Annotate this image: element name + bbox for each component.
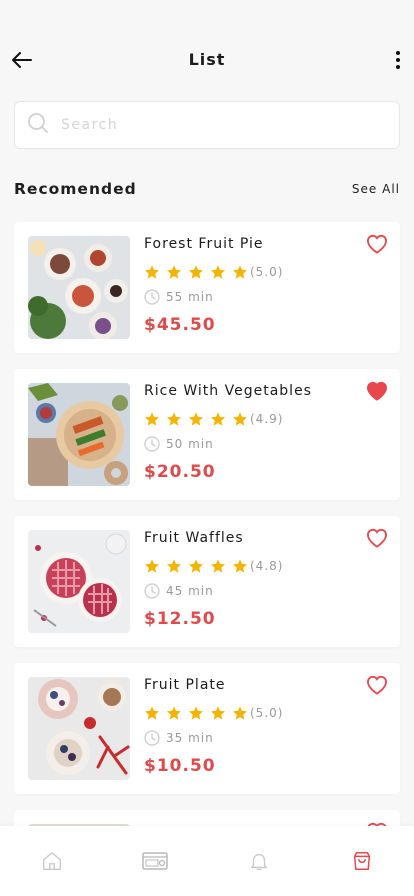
- item-price: $12.50: [144, 609, 216, 629]
- clock-icon: [144, 289, 160, 305]
- item-price: $45.50: [144, 315, 216, 335]
- food-image: [28, 236, 130, 339]
- star-icon: [211, 412, 225, 426]
- prep-time: 55 min: [144, 289, 214, 305]
- bell-icon: [250, 853, 267, 870]
- wallet-icon: [142, 852, 168, 870]
- clock-icon: [144, 730, 160, 746]
- time-value: 50 min: [166, 437, 214, 451]
- item-name: Forest Fruit Pie: [144, 236, 264, 252]
- star-icon: [233, 559, 247, 573]
- star-icon: [189, 265, 203, 279]
- item-price: $10.50: [144, 756, 216, 776]
- star-icon: [211, 559, 225, 573]
- star-icon: [233, 412, 247, 426]
- list-item[interactable]: Fruit Plate (5.0) 35 min $10.50: [14, 663, 400, 794]
- rating-value: (5.0): [250, 706, 284, 720]
- star-icon: [189, 412, 203, 426]
- see-all-link[interactable]: See All: [352, 182, 400, 196]
- section-header: Recomended See All: [14, 180, 400, 198]
- time-value: 35 min: [166, 731, 214, 745]
- heart-filled-icon[interactable]: [366, 381, 388, 401]
- prep-time: 45 min: [144, 583, 214, 599]
- item-name: Fruit Waffles: [144, 530, 244, 546]
- more-vertical-icon[interactable]: [390, 48, 406, 72]
- food-image: [28, 383, 130, 486]
- bottom-navigation: [0, 826, 414, 896]
- search-icon: [27, 112, 49, 138]
- star-icon: [167, 559, 181, 573]
- nav-wallet[interactable]: [125, 841, 185, 881]
- star-icon: [233, 706, 247, 720]
- time-value: 55 min: [166, 290, 214, 304]
- star-icon: [145, 412, 159, 426]
- page-title: List: [188, 50, 226, 69]
- rating-stars: (4.9): [144, 411, 283, 427]
- star-icon: [189, 706, 203, 720]
- clock-icon: [144, 583, 160, 599]
- search-bar[interactable]: [14, 101, 400, 149]
- star-icon: [145, 265, 159, 279]
- heart-outline-icon[interactable]: [366, 675, 388, 695]
- rating-stars: (4.8): [144, 558, 283, 574]
- item-name: Fruit Plate: [144, 677, 226, 693]
- clock-icon: [144, 436, 160, 452]
- rating-value: (4.9): [250, 412, 284, 426]
- star-icon: [167, 265, 181, 279]
- time-value: 45 min: [166, 584, 214, 598]
- rating-value: (4.8): [250, 559, 284, 573]
- star-icon: [211, 706, 225, 720]
- star-icon: [145, 706, 159, 720]
- app-header: List: [0, 0, 414, 100]
- star-icon: [167, 706, 181, 720]
- star-icon: [211, 265, 225, 279]
- heart-outline-icon[interactable]: [366, 234, 388, 254]
- list-item[interactable]: Forest Fruit Pie (5.0) 55 min $45.50: [14, 222, 400, 353]
- item-price: $20.50: [144, 462, 216, 482]
- rating-stars: (5.0): [144, 705, 283, 721]
- search-input[interactable]: [61, 117, 361, 133]
- prep-time: 50 min: [144, 436, 214, 452]
- food-image: [28, 530, 130, 633]
- heart-outline-icon[interactable]: [366, 528, 388, 548]
- list-item[interactable]: Rice With Vegetables (4.9) 50 min $20.50: [14, 369, 400, 500]
- star-icon: [233, 265, 247, 279]
- nav-home[interactable]: [22, 841, 82, 881]
- home-icon: [42, 852, 61, 870]
- prep-time: 35 min: [144, 730, 214, 746]
- nav-notifications[interactable]: [229, 841, 289, 881]
- rating-value: (5.0): [250, 265, 284, 279]
- section-title: Recomended: [14, 180, 137, 198]
- food-image: [28, 677, 130, 780]
- nav-cart[interactable]: [332, 841, 392, 881]
- shopping-bag-icon: [354, 852, 371, 870]
- rating-stars: (5.0): [144, 264, 283, 280]
- star-icon: [145, 559, 159, 573]
- list-item[interactable]: Fruit Waffles (4.8) 45 min $12.50: [14, 516, 400, 647]
- star-icon: [167, 412, 181, 426]
- star-icon: [189, 559, 203, 573]
- item-name: Rice With Vegetables: [144, 383, 312, 399]
